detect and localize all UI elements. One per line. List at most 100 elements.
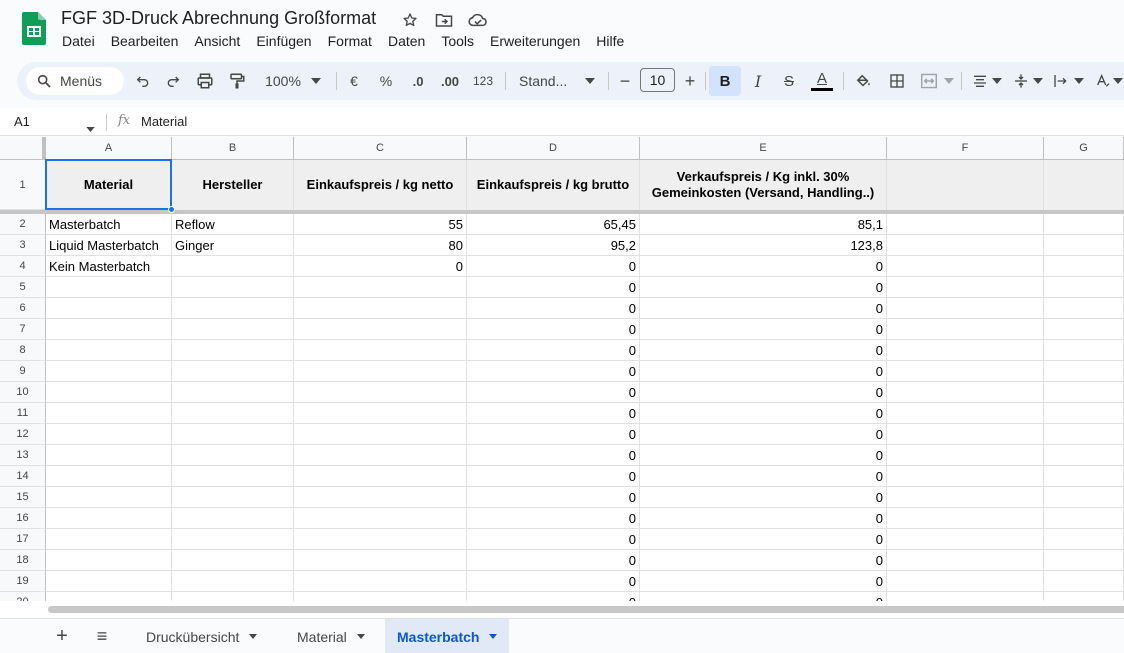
row-header[interactable]: 3: [0, 235, 46, 256]
table-cell[interactable]: [294, 382, 467, 403]
table-cell[interactable]: 0: [467, 487, 640, 508]
table-cell[interactable]: Kein Masterbatch: [46, 256, 172, 277]
table-cell[interactable]: [294, 466, 467, 487]
table-cell[interactable]: [46, 277, 172, 298]
table-cell[interactable]: 85,1: [640, 214, 887, 235]
select-all-corner[interactable]: [0, 137, 46, 160]
wrap-chevron-down-icon[interactable]: [1073, 62, 1085, 100]
table-cell[interactable]: [1044, 424, 1124, 445]
table-cell[interactable]: 65,45: [467, 214, 640, 235]
table-cell[interactable]: [887, 487, 1044, 508]
horizontal-scrollbar[interactable]: [0, 601, 1124, 617]
decrease-font-size-button[interactable]: −: [615, 62, 635, 100]
column-header-e[interactable]: E: [640, 137, 887, 160]
vertical-align-icon[interactable]: [1010, 62, 1032, 100]
table-cell[interactable]: [1044, 445, 1124, 466]
menu-erweiterungen[interactable]: Erweiterungen: [490, 33, 580, 49]
table-cell[interactable]: [294, 529, 467, 550]
table-cell[interactable]: [46, 424, 172, 445]
number-format-button[interactable]: 123: [469, 62, 497, 100]
zoom-select[interactable]: 100%: [258, 62, 308, 100]
table-cell[interactable]: [887, 445, 1044, 466]
column-header-f[interactable]: F: [887, 137, 1044, 160]
row-header[interactable]: 13: [0, 445, 46, 466]
table-cell[interactable]: 0: [640, 361, 887, 382]
table-cell[interactable]: [294, 571, 467, 592]
increase-font-size-button[interactable]: +: [680, 62, 700, 100]
table-cell[interactable]: [46, 319, 172, 340]
table-cell[interactable]: 0: [467, 256, 640, 277]
row-header[interactable]: 16: [0, 508, 46, 529]
table-cell[interactable]: Liquid Masterbatch: [46, 235, 172, 256]
table-cell[interactable]: Reflow: [172, 214, 294, 235]
table-cell[interactable]: [294, 508, 467, 529]
align-chevron-down-icon[interactable]: [991, 62, 1003, 100]
table-cell[interactable]: 0: [640, 340, 887, 361]
table-cell[interactable]: 0: [467, 529, 640, 550]
formula-input[interactable]: Material: [141, 114, 187, 129]
table-cell[interactable]: [887, 466, 1044, 487]
table-cell[interactable]: [172, 277, 294, 298]
font-select[interactable]: Stand...: [513, 62, 575, 100]
table-cell[interactable]: 0: [467, 466, 640, 487]
table-cell[interactable]: 0: [640, 466, 887, 487]
column-header-b[interactable]: B: [172, 137, 294, 160]
table-cell[interactable]: 0: [294, 256, 467, 277]
cloud-status-icon[interactable]: [468, 10, 488, 30]
column-header-c[interactable]: C: [294, 137, 467, 160]
table-cell[interactable]: [1044, 298, 1124, 319]
font-chevron-down-icon[interactable]: [583, 62, 597, 100]
table-cell[interactable]: [294, 340, 467, 361]
column-header-a[interactable]: A: [46, 137, 172, 160]
table-cell[interactable]: [294, 298, 467, 319]
borders-icon[interactable]: [886, 62, 908, 100]
font-size-input[interactable]: 10: [640, 68, 675, 92]
redo-icon[interactable]: [161, 62, 185, 100]
table-cell[interactable]: 0: [467, 403, 640, 424]
row-header[interactable]: 1: [0, 160, 46, 210]
percent-format-button[interactable]: %: [375, 62, 397, 100]
table-cell[interactable]: 0: [640, 571, 887, 592]
star-icon[interactable]: [400, 10, 420, 30]
text-wrap-icon[interactable]: [1050, 62, 1072, 100]
fill-handle[interactable]: [168, 206, 175, 213]
row-header[interactable]: 18: [0, 550, 46, 571]
table-cell[interactable]: [887, 529, 1044, 550]
table-cell[interactable]: 0: [467, 277, 640, 298]
move-folder-icon[interactable]: [434, 10, 454, 30]
row-header[interactable]: 6: [0, 298, 46, 319]
table-cell[interactable]: [172, 424, 294, 445]
decrease-decimal-button[interactable]: .0: [405, 62, 431, 100]
table-cell[interactable]: [294, 277, 467, 298]
table-cell[interactable]: 0: [467, 298, 640, 319]
table-cell[interactable]: [887, 361, 1044, 382]
row-header[interactable]: 7: [0, 319, 46, 340]
table-cell[interactable]: [46, 529, 172, 550]
table-cell[interactable]: [294, 550, 467, 571]
table-cell[interactable]: 0: [640, 403, 887, 424]
sheet-tab-material[interactable]: Material: [285, 619, 377, 653]
table-cell[interactable]: [294, 424, 467, 445]
merge-cells-icon[interactable]: [918, 62, 940, 100]
table-cell[interactable]: [887, 571, 1044, 592]
table-cell[interactable]: [887, 277, 1044, 298]
text-color-button[interactable]: A: [810, 62, 834, 100]
sheet-tab-druckuebersicht[interactable]: Druckübersicht: [134, 619, 269, 653]
sheets-logo-icon[interactable]: [22, 12, 46, 45]
table-cell[interactable]: Masterbatch: [46, 214, 172, 235]
row-header[interactable]: 12: [0, 424, 46, 445]
table-cell[interactable]: [46, 571, 172, 592]
rotation-chevron-down-icon[interactable]: [1113, 62, 1123, 100]
table-cell[interactable]: [1044, 466, 1124, 487]
header-cell[interactable]: Verkaufspreis / Kg inkl. 30% Gemeinkoste…: [640, 160, 887, 210]
table-cell[interactable]: 0: [640, 256, 887, 277]
row-header[interactable]: 4: [0, 256, 46, 277]
table-cell[interactable]: [294, 403, 467, 424]
table-cell[interactable]: [46, 508, 172, 529]
table-cell[interactable]: 0: [640, 529, 887, 550]
bold-button[interactable]: B: [709, 66, 741, 96]
row-header[interactable]: 17: [0, 529, 46, 550]
menu-hilfe[interactable]: Hilfe: [596, 33, 624, 49]
menu-datei[interactable]: Datei: [62, 33, 95, 49]
table-cell[interactable]: 0: [467, 424, 640, 445]
